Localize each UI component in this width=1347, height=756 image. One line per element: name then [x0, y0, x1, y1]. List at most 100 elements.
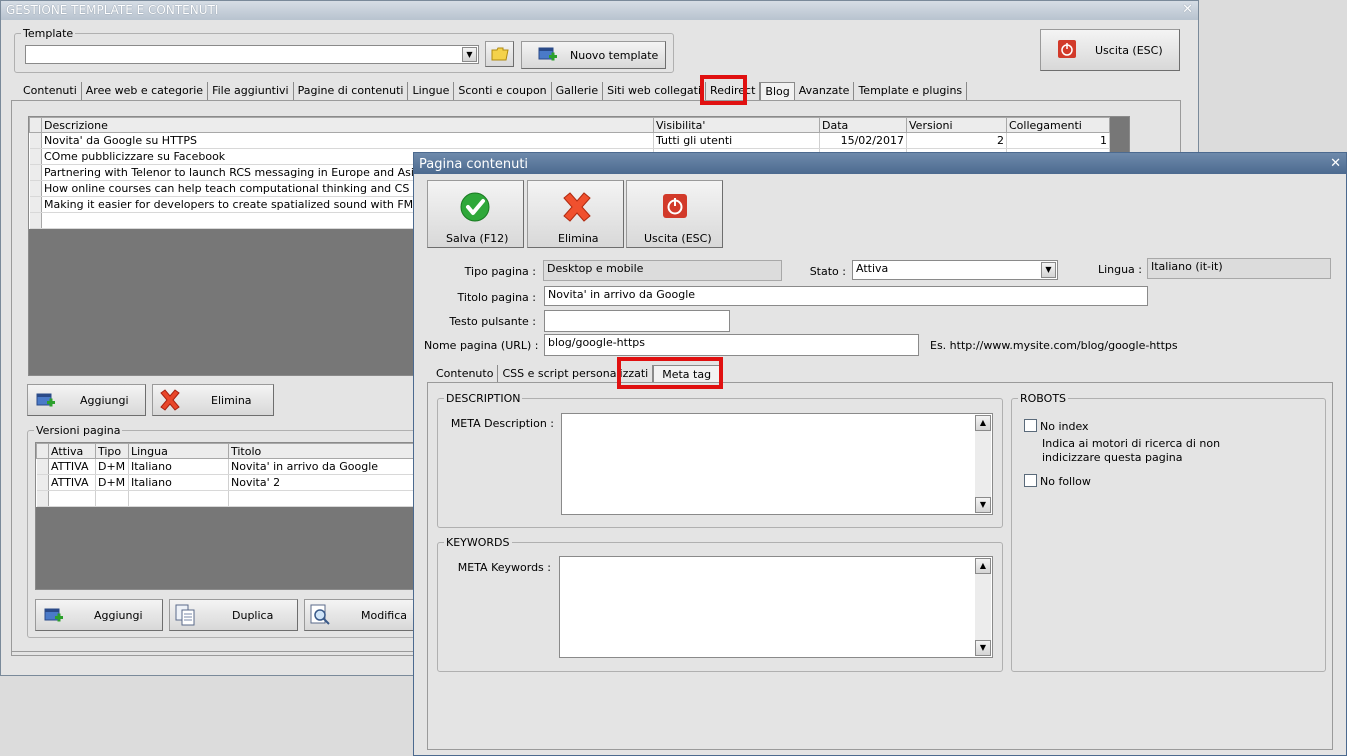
aggiungi-button[interactable]: Aggiungi	[27, 384, 146, 416]
col-titolo[interactable]: Titolo	[228, 443, 426, 459]
description-group-label: DESCRIPTION	[444, 392, 523, 405]
pagina-contenuti-dialog: Pagina contenuti ✕ Salva (F12) Elimina U…	[413, 152, 1347, 756]
template-group-label: Template	[21, 27, 76, 40]
tab-avanzate[interactable]: Avanzate	[794, 82, 855, 101]
no-index-checkbox[interactable]	[1024, 419, 1037, 432]
elimina-button[interactable]: Elimina	[152, 384, 274, 416]
scrollbar[interactable]: ▲ ▼	[975, 558, 991, 656]
scrollbar[interactable]: ▲ ▼	[975, 415, 991, 513]
stato-select[interactable]: Attiva ▼	[852, 260, 1058, 280]
dialog-title: Pagina contenuti	[419, 157, 529, 172]
col-attiva[interactable]: Attiva	[48, 443, 96, 459]
tab-file-aggiuntivi[interactable]: File aggiuntivi	[208, 82, 294, 101]
meta-keywords-label: META Keywords :	[457, 561, 551, 574]
main-tab-strip: Contenuti Aree web e categorie File aggi…	[19, 82, 968, 101]
tab-contenuti[interactable]: Contenuti	[19, 82, 82, 101]
chevron-down-icon[interactable]: ▼	[1041, 262, 1056, 278]
delete-x-icon	[563, 192, 591, 222]
close-icon[interactable]: ✕	[1182, 2, 1193, 17]
col-lingua[interactable]: Lingua	[128, 443, 229, 459]
col-visibilita[interactable]: Visibilita'	[653, 117, 820, 133]
testo-pulsante-label: Testo pulsante :	[449, 315, 536, 328]
nuovo-template-label: Nuovo template	[570, 49, 659, 62]
scroll-up-icon[interactable]: ▲	[975, 415, 991, 431]
table-row[interactable]: ATTIVA D+M Italiano Novita' in arrivo da…	[36, 458, 426, 475]
tab-pagine-contenuti[interactable]: Pagine di contenuti	[293, 82, 409, 101]
open-folder-button[interactable]	[485, 41, 514, 67]
salva-label: Salva (F12)	[446, 232, 509, 245]
delete-x-icon	[160, 389, 180, 411]
col-versioni[interactable]: Versioni	[906, 117, 1007, 133]
robots-group-label: ROBOTS	[1018, 392, 1069, 405]
folder-icon	[491, 47, 509, 61]
aggiungi-label: Aggiungi	[80, 394, 129, 407]
tab-sconti-coupon[interactable]: Sconti e coupon	[454, 82, 552, 101]
salva-button[interactable]: Salva (F12)	[427, 180, 524, 248]
dialog-elimina-button[interactable]: Elimina	[527, 180, 624, 248]
duplicate-icon	[175, 604, 195, 626]
row-indicator	[29, 132, 42, 149]
versioni-aggiungi-label: Aggiungi	[94, 609, 143, 622]
chevron-down-icon[interactable]: ▼	[462, 47, 477, 62]
stato-label: Stato :	[809, 265, 846, 278]
nuovo-template-button[interactable]: Nuovo template	[521, 41, 666, 69]
no-index-hint: Indica ai motori di ricerca di non indic…	[1042, 437, 1221, 464]
table-row[interactable]: Novita' da Google su HTTPS Tutti gli ute…	[29, 132, 1110, 149]
col-collegamenti[interactable]: Collegamenti	[1006, 117, 1110, 133]
duplica-button[interactable]: Duplica	[169, 599, 298, 631]
lingua-value: Italiano (it-it)	[1147, 258, 1331, 279]
scroll-up-icon[interactable]: ▲	[975, 558, 991, 574]
url-example-text: Es. http://www.mysite.com/blog/google-ht…	[930, 339, 1178, 352]
table-row[interactable]: ATTIVA D+M Italiano Novita' 2	[36, 474, 426, 491]
main-uscita-button[interactable]: Uscita (ESC)	[1040, 29, 1180, 71]
dialog-elimina-label: Elimina	[558, 232, 599, 245]
tab-aree-web[interactable]: Aree web e categorie	[81, 82, 209, 101]
edit-magnifier-icon	[310, 604, 330, 625]
meta-keywords-textarea[interactable]: ▲ ▼	[559, 556, 993, 658]
no-follow-checkbox[interactable]	[1024, 474, 1037, 487]
versions-header-row: Attiva Tipo Lingua Titolo	[36, 443, 426, 459]
modifica-label: Modifica	[361, 609, 407, 622]
no-index-label[interactable]: No index	[1040, 420, 1089, 433]
template-select[interactable]: ▼	[25, 45, 479, 64]
close-icon[interactable]: ✕	[1330, 156, 1341, 171]
testo-pulsante-input[interactable]	[544, 310, 730, 332]
col-descrizione[interactable]: Descrizione	[41, 117, 654, 133]
nome-pagina-input[interactable]: blog/google-https	[544, 334, 919, 356]
col-data[interactable]: Data	[819, 117, 907, 133]
add-window-icon	[36, 393, 55, 407]
table-row-empty[interactable]	[36, 490, 426, 507]
dialog-title-bar[interactable]: Pagina contenuti ✕	[414, 153, 1346, 174]
tab-template-plugins[interactable]: Template e plugins	[854, 82, 968, 101]
tab-lingue[interactable]: Lingue	[408, 82, 455, 101]
tab-gallerie[interactable]: Gallerie	[551, 82, 604, 101]
versions-grid[interactable]: Attiva Tipo Lingua Titolo ATTIVA D+M Ita…	[35, 442, 427, 590]
nome-pagina-label: Nome pagina (URL) :	[424, 339, 539, 352]
tipo-pagina-label: Tipo pagina :	[464, 265, 536, 278]
meta-tag-highlight	[617, 357, 723, 389]
scroll-down-icon[interactable]: ▼	[975, 640, 991, 656]
versioni-aggiungi-button[interactable]: Aggiungi	[35, 599, 163, 631]
posts-header-row: Descrizione Visibilita' Data Versioni Co…	[29, 117, 1110, 133]
tab-siti-collegati[interactable]: Siti web collegati	[603, 82, 707, 101]
tab-blog[interactable]: Blog	[760, 82, 795, 101]
keywords-group-label: KEYWORDS	[444, 536, 512, 549]
dialog-uscita-button[interactable]: Uscita (ESC)	[626, 180, 723, 248]
power-icon	[663, 194, 687, 218]
main-title-bar[interactable]: GESTIONE TEMPLATE E CONTENUTI ✕	[1, 1, 1198, 20]
tipo-pagina-value: Desktop e mobile	[543, 260, 782, 281]
add-window-icon	[538, 47, 557, 61]
no-follow-label[interactable]: No follow	[1040, 475, 1091, 488]
check-icon	[460, 192, 490, 222]
titolo-pagina-input[interactable]: Novita' in arrivo da Google	[544, 286, 1148, 306]
elimina-label: Elimina	[211, 394, 252, 407]
col-tipo[interactable]: Tipo	[95, 443, 129, 459]
versioni-group-label: Versioni pagina	[34, 424, 123, 437]
blog-tab-highlight	[700, 75, 747, 105]
meta-description-textarea[interactable]: ▲ ▼	[561, 413, 993, 515]
stato-value: Attiva	[856, 262, 889, 275]
main-uscita-label: Uscita (ESC)	[1095, 44, 1163, 57]
scroll-down-icon[interactable]: ▼	[975, 497, 991, 513]
modifica-button[interactable]: Modifica	[304, 599, 417, 631]
add-window-icon	[44, 608, 63, 622]
